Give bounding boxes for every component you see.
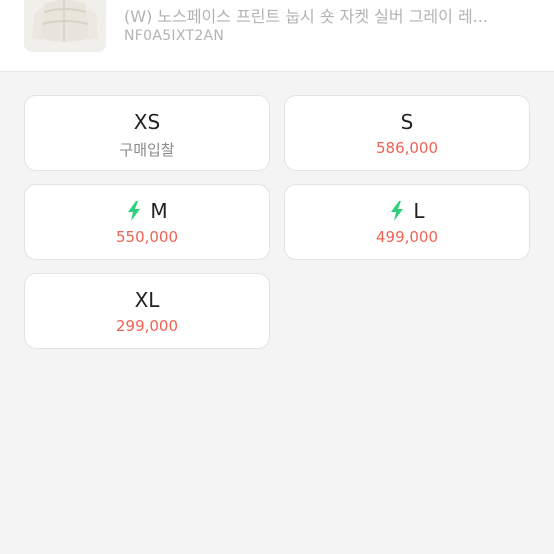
size-label: S	[400, 110, 414, 134]
size-option-m[interactable]: M 550,000	[24, 184, 270, 260]
size-price: 499,000	[375, 228, 439, 246]
size-option-l[interactable]: L 499,000	[284, 184, 530, 260]
size-label: L	[413, 199, 425, 223]
size-option-s[interactable]: S 586,000	[284, 95, 530, 171]
product-thumbnail[interactable]	[24, 0, 106, 52]
size-label: XS	[133, 110, 161, 134]
product-header: (W) 노스페이스 프린트 눕시 숏 자켓 실버 그레이 레... NF0A5I…	[0, 0, 554, 72]
size-price: 299,000	[115, 317, 179, 335]
lightning-bolt-icon	[128, 201, 141, 221]
size-price: 구매입찰	[119, 141, 175, 159]
size-price: 586,000	[375, 139, 439, 157]
size-option-xl[interactable]: XL 299,000	[24, 273, 270, 349]
size-label: M	[150, 199, 168, 223]
size-price: 550,000	[115, 228, 179, 246]
size-label: XL	[134, 288, 160, 312]
product-name: (W) 노스페이스 프린트 눕시 숏 자켓 실버 그레이 레...	[124, 7, 488, 26]
product-model-code: NF0A5IXT2AN	[124, 28, 225, 44]
size-option-xs[interactable]: XS 구매입찰	[24, 95, 270, 171]
lightning-bolt-icon	[391, 201, 404, 221]
